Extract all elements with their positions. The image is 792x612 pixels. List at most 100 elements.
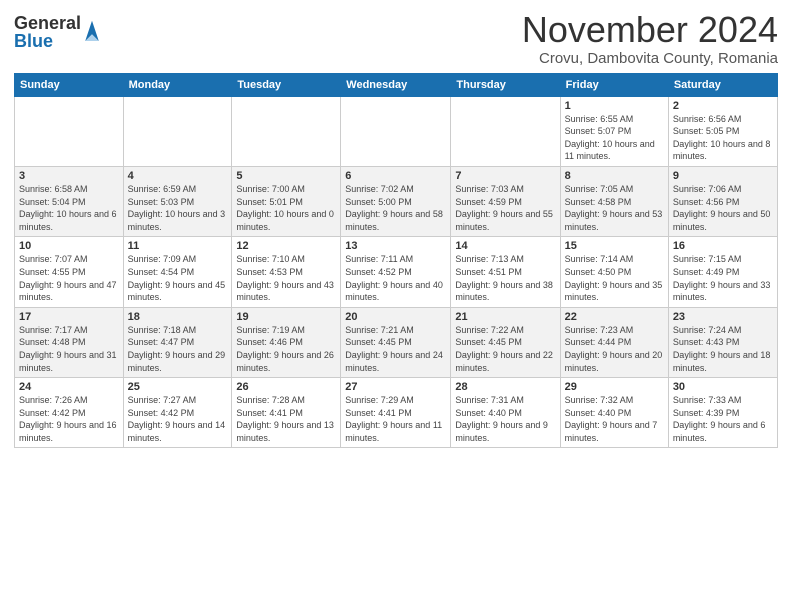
calendar-cell: 24Sunrise: 7:26 AM Sunset: 4:42 PM Dayli… <box>15 378 124 448</box>
day-number: 18 <box>128 311 228 323</box>
day-number: 14 <box>455 240 555 252</box>
day-number: 24 <box>19 381 119 393</box>
day-number: 2 <box>673 100 773 112</box>
day-info: Sunrise: 7:05 AM Sunset: 4:58 PM Dayligh… <box>565 183 664 233</box>
calendar-cell: 13Sunrise: 7:11 AM Sunset: 4:52 PM Dayli… <box>341 237 451 307</box>
day-number: 22 <box>565 311 664 323</box>
day-number: 16 <box>673 240 773 252</box>
day-number: 13 <box>345 240 446 252</box>
calendar-cell: 28Sunrise: 7:31 AM Sunset: 4:40 PM Dayli… <box>451 378 560 448</box>
logo-blue: Blue <box>14 32 81 50</box>
day-number: 29 <box>565 381 664 393</box>
logo: General Blue <box>14 14 101 50</box>
day-info: Sunrise: 7:13 AM Sunset: 4:51 PM Dayligh… <box>455 253 555 303</box>
calendar-cell: 12Sunrise: 7:10 AM Sunset: 4:53 PM Dayli… <box>232 237 341 307</box>
col-saturday: Saturday <box>668 73 777 96</box>
page: General Blue November 2024 Crovu, Dambov… <box>0 0 792 458</box>
day-info: Sunrise: 7:18 AM Sunset: 4:47 PM Dayligh… <box>128 324 228 374</box>
day-info: Sunrise: 7:02 AM Sunset: 5:00 PM Dayligh… <box>345 183 446 233</box>
day-info: Sunrise: 6:58 AM Sunset: 5:04 PM Dayligh… <box>19 183 119 233</box>
day-info: Sunrise: 7:29 AM Sunset: 4:41 PM Dayligh… <box>345 394 446 444</box>
col-monday: Monday <box>123 73 232 96</box>
day-info: Sunrise: 7:26 AM Sunset: 4:42 PM Dayligh… <box>19 394 119 444</box>
day-number: 25 <box>128 381 228 393</box>
day-number: 10 <box>19 240 119 252</box>
day-info: Sunrise: 6:56 AM Sunset: 5:05 PM Dayligh… <box>673 113 773 163</box>
calendar-cell <box>123 96 232 166</box>
day-info: Sunrise: 7:22 AM Sunset: 4:45 PM Dayligh… <box>455 324 555 374</box>
calendar-cell: 17Sunrise: 7:17 AM Sunset: 4:48 PM Dayli… <box>15 307 124 377</box>
col-thursday: Thursday <box>451 73 560 96</box>
location-title: Crovu, Dambovita County, Romania <box>522 50 778 67</box>
day-number: 9 <box>673 170 773 182</box>
calendar-cell: 29Sunrise: 7:32 AM Sunset: 4:40 PM Dayli… <box>560 378 668 448</box>
calendar-week-2: 3Sunrise: 6:58 AM Sunset: 5:04 PM Daylig… <box>15 166 778 236</box>
calendar-week-3: 10Sunrise: 7:07 AM Sunset: 4:55 PM Dayli… <box>15 237 778 307</box>
day-info: Sunrise: 7:09 AM Sunset: 4:54 PM Dayligh… <box>128 253 228 303</box>
day-number: 3 <box>19 170 119 182</box>
day-number: 11 <box>128 240 228 252</box>
calendar-cell: 9Sunrise: 7:06 AM Sunset: 4:56 PM Daylig… <box>668 166 777 236</box>
day-number: 17 <box>19 311 119 323</box>
day-info: Sunrise: 7:14 AM Sunset: 4:50 PM Dayligh… <box>565 253 664 303</box>
day-number: 1 <box>565 100 664 112</box>
logo-text-block: General Blue <box>14 14 101 50</box>
header: General Blue November 2024 Crovu, Dambov… <box>14 10 778 67</box>
calendar-cell: 4Sunrise: 6:59 AM Sunset: 5:03 PM Daylig… <box>123 166 232 236</box>
calendar-cell: 23Sunrise: 7:24 AM Sunset: 4:43 PM Dayli… <box>668 307 777 377</box>
calendar-week-1: 1Sunrise: 6:55 AM Sunset: 5:07 PM Daylig… <box>15 96 778 166</box>
logo-icon <box>83 19 101 41</box>
day-info: Sunrise: 7:27 AM Sunset: 4:42 PM Dayligh… <box>128 394 228 444</box>
day-info: Sunrise: 7:17 AM Sunset: 4:48 PM Dayligh… <box>19 324 119 374</box>
day-number: 27 <box>345 381 446 393</box>
calendar-table: Sunday Monday Tuesday Wednesday Thursday… <box>14 73 778 449</box>
calendar-cell <box>232 96 341 166</box>
col-tuesday: Tuesday <box>232 73 341 96</box>
calendar-cell: 26Sunrise: 7:28 AM Sunset: 4:41 PM Dayli… <box>232 378 341 448</box>
day-number: 26 <box>236 381 336 393</box>
day-info: Sunrise: 7:23 AM Sunset: 4:44 PM Dayligh… <box>565 324 664 374</box>
col-friday: Friday <box>560 73 668 96</box>
day-number: 30 <box>673 381 773 393</box>
calendar-cell: 2Sunrise: 6:56 AM Sunset: 5:05 PM Daylig… <box>668 96 777 166</box>
calendar-cell <box>341 96 451 166</box>
calendar-cell: 16Sunrise: 7:15 AM Sunset: 4:49 PM Dayli… <box>668 237 777 307</box>
calendar-cell: 6Sunrise: 7:02 AM Sunset: 5:00 PM Daylig… <box>341 166 451 236</box>
day-number: 7 <box>455 170 555 182</box>
calendar-cell: 21Sunrise: 7:22 AM Sunset: 4:45 PM Dayli… <box>451 307 560 377</box>
calendar-week-5: 24Sunrise: 7:26 AM Sunset: 4:42 PM Dayli… <box>15 378 778 448</box>
col-wednesday: Wednesday <box>341 73 451 96</box>
calendar-cell: 25Sunrise: 7:27 AM Sunset: 4:42 PM Dayli… <box>123 378 232 448</box>
day-info: Sunrise: 7:24 AM Sunset: 4:43 PM Dayligh… <box>673 324 773 374</box>
day-info: Sunrise: 6:55 AM Sunset: 5:07 PM Dayligh… <box>565 113 664 163</box>
day-info: Sunrise: 7:19 AM Sunset: 4:46 PM Dayligh… <box>236 324 336 374</box>
calendar-cell: 22Sunrise: 7:23 AM Sunset: 4:44 PM Dayli… <box>560 307 668 377</box>
logo-text: General Blue <box>14 14 81 50</box>
calendar-week-4: 17Sunrise: 7:17 AM Sunset: 4:48 PM Dayli… <box>15 307 778 377</box>
calendar-cell: 27Sunrise: 7:29 AM Sunset: 4:41 PM Dayli… <box>341 378 451 448</box>
day-number: 6 <box>345 170 446 182</box>
day-number: 23 <box>673 311 773 323</box>
day-number: 28 <box>455 381 555 393</box>
day-number: 15 <box>565 240 664 252</box>
col-sunday: Sunday <box>15 73 124 96</box>
day-number: 21 <box>455 311 555 323</box>
day-number: 12 <box>236 240 336 252</box>
day-info: Sunrise: 6:59 AM Sunset: 5:03 PM Dayligh… <box>128 183 228 233</box>
calendar-cell: 11Sunrise: 7:09 AM Sunset: 4:54 PM Dayli… <box>123 237 232 307</box>
calendar-cell: 7Sunrise: 7:03 AM Sunset: 4:59 PM Daylig… <box>451 166 560 236</box>
day-info: Sunrise: 7:10 AM Sunset: 4:53 PM Dayligh… <box>236 253 336 303</box>
calendar-cell: 15Sunrise: 7:14 AM Sunset: 4:50 PM Dayli… <box>560 237 668 307</box>
day-info: Sunrise: 7:11 AM Sunset: 4:52 PM Dayligh… <box>345 253 446 303</box>
day-info: Sunrise: 7:00 AM Sunset: 5:01 PM Dayligh… <box>236 183 336 233</box>
calendar-cell: 1Sunrise: 6:55 AM Sunset: 5:07 PM Daylig… <box>560 96 668 166</box>
calendar-cell: 10Sunrise: 7:07 AM Sunset: 4:55 PM Dayli… <box>15 237 124 307</box>
calendar-cell: 14Sunrise: 7:13 AM Sunset: 4:51 PM Dayli… <box>451 237 560 307</box>
calendar-cell: 5Sunrise: 7:00 AM Sunset: 5:01 PM Daylig… <box>232 166 341 236</box>
logo-general: General <box>14 14 81 32</box>
calendar-cell: 8Sunrise: 7:05 AM Sunset: 4:58 PM Daylig… <box>560 166 668 236</box>
calendar-cell: 3Sunrise: 6:58 AM Sunset: 5:04 PM Daylig… <box>15 166 124 236</box>
calendar-cell <box>451 96 560 166</box>
day-info: Sunrise: 7:33 AM Sunset: 4:39 PM Dayligh… <box>673 394 773 444</box>
month-title: November 2024 <box>522 10 778 50</box>
